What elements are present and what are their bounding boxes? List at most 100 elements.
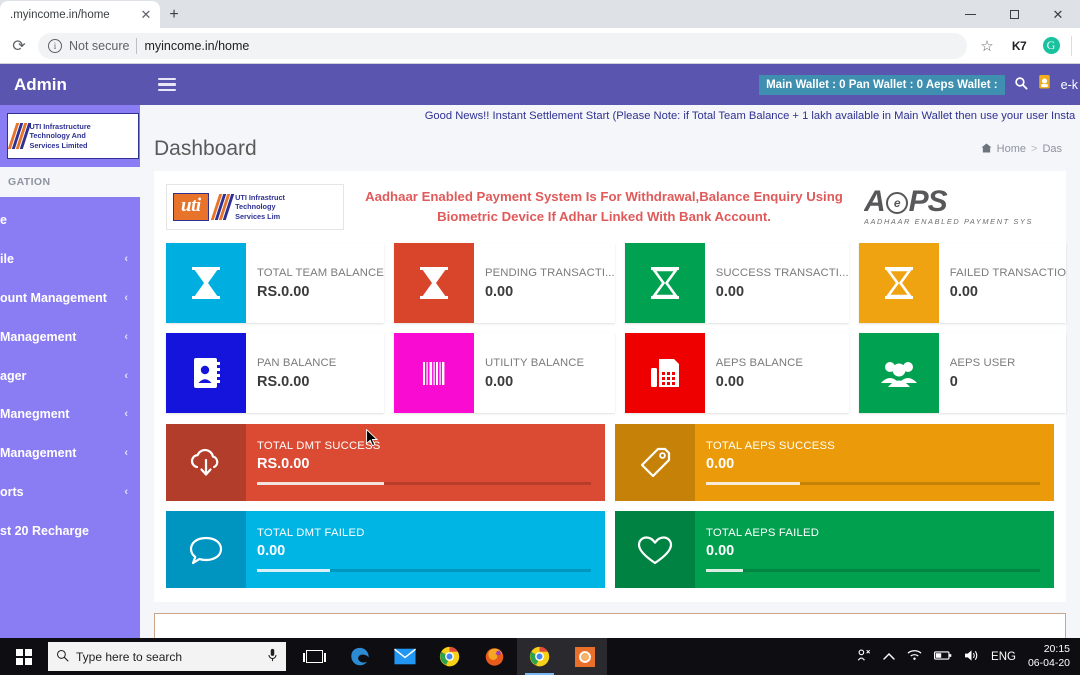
chrome-active-icon[interactable] — [517, 638, 562, 675]
battery-glyph — [934, 651, 952, 660]
language-indicator[interactable]: ENG — [991, 651, 1016, 663]
k7-extension-icon[interactable]: K7 — [1007, 34, 1031, 58]
start-button[interactable] — [0, 638, 48, 675]
uti-line-2: Technology And — [29, 131, 86, 141]
progress-bar — [257, 569, 591, 572]
hourglass-glyph — [650, 267, 679, 299]
edge-icon[interactable] — [337, 638, 382, 675]
chat-bubble-icon — [166, 511, 246, 588]
close-window-button[interactable]: ✕ — [1036, 0, 1080, 28]
people-icon[interactable] — [857, 648, 871, 665]
sidebar-item-home[interactable]: e — [0, 201, 140, 240]
show-hidden-icons-chevron-icon[interactable] — [883, 649, 895, 664]
hourglass-icon — [393, 243, 474, 323]
toolbar-divider — [1071, 35, 1072, 56]
sidebar-item-reports[interactable]: orts ‹ — [0, 473, 140, 512]
stat-card-pending-transactions[interactable]: PENDING TRANSACTI... 0.00 — [393, 243, 615, 323]
uti-promo-logo: uti UTI Infrastruct Technology Services — [166, 184, 344, 230]
stat-card-aeps-user[interactable]: AEPS USER 0 — [858, 333, 1067, 413]
stat-label: SUCCESS TRANSACTI... — [715, 266, 849, 279]
clock[interactable]: 20:15 06-04-20 — [1028, 643, 1070, 670]
stat-label: AEPS USER — [949, 356, 1016, 369]
wifi-icon[interactable] — [907, 649, 922, 664]
microphone-icon[interactable] — [267, 648, 278, 665]
sidebar-item-label: ount Management — [0, 290, 107, 305]
breadcrumb-home[interactable]: Home — [997, 143, 1026, 155]
uti-promo-text: UTI Infrastruct Technology Services Lim — [235, 193, 285, 222]
mail-icon[interactable] — [382, 638, 427, 675]
tag-glyph — [640, 447, 671, 477]
sidebar-item-management[interactable]: Management ‹ — [0, 317, 140, 356]
firefox-icon[interactable] — [472, 638, 517, 675]
chrome-icon[interactable] — [427, 638, 472, 675]
volume-icon[interactable] — [964, 649, 979, 665]
sidebar-item-last-20-recharge[interactable]: st 20 Recharge — [0, 511, 140, 550]
wide-card-total-dmt-failed[interactable]: TOTAL DMT FAILED 0.00 — [166, 511, 605, 588]
site-info-icon[interactable]: i — [48, 38, 62, 53]
maximize-button[interactable] — [992, 0, 1036, 28]
chevron-left-icon: ‹ — [124, 447, 128, 460]
aeps-tagline: AADHAAR ENABLED PAYMENT SYS — [864, 216, 1034, 226]
profile-avatar-icon[interactable]: G — [1039, 34, 1063, 58]
sidebar-item-account-management[interactable]: ount Management ‹ — [0, 279, 140, 318]
stat-card-failed-transactions[interactable]: FAILED TRANSACTIO 0.00 — [858, 243, 1067, 323]
vlc-icon[interactable] — [562, 638, 607, 675]
progress-bar — [257, 482, 591, 485]
browser-window: .myincome.in/home ✕ + ✕ ⟳ i Not secure m… — [0, 0, 1080, 638]
uti-promo-line-2: Technology — [235, 202, 276, 212]
breadcrumb: Home > Das — [981, 142, 1062, 156]
sidebar-item-label: Management — [0, 329, 77, 344]
sidebar-item-profile[interactable]: ile ‹ — [0, 240, 140, 279]
search-icon[interactable] — [1014, 76, 1028, 93]
sidebar-item-label: Manegment — [0, 407, 70, 422]
marquee-text: Good News!! Instant Settlement Start (Pl… — [424, 110, 1076, 122]
sidebar-item-label: orts — [0, 484, 24, 499]
stat-value: 0.00 — [715, 283, 745, 300]
wide-card-total-dmt-success[interactable]: TOTAL DMT SUCCESS RS.0.00 — [166, 424, 605, 501]
taskbar-apps — [292, 638, 607, 675]
stat-label: AEPS BALANCE — [715, 356, 803, 369]
new-tab-button[interactable]: + — [160, 1, 188, 28]
battery-icon[interactable] — [934, 649, 952, 664]
sidebar-item-manager[interactable]: ager ‹ — [0, 356, 140, 395]
header-right: Main Wallet : 0 Pan Wallet : 0 Aeps Wall… — [759, 64, 1080, 105]
aeps-description: Aadhaar Enabled Payment System Is For Wi… — [365, 188, 843, 224]
close-icon[interactable]: ✕ — [138, 7, 154, 23]
sidebar-item-management-2[interactable]: Management ‹ — [0, 434, 140, 473]
stat-card-pan-balance[interactable]: PAN BALANCE RS.0.00 — [166, 333, 384, 413]
bottom-content-box — [154, 613, 1066, 638]
notification-bell-icon[interactable] — [1037, 74, 1052, 96]
sidebar-logo: UTI Infrastructure Technology And Servic… — [0, 105, 140, 167]
bell-glyph — [1038, 74, 1050, 88]
reload-icon[interactable]: ⟳ — [8, 35, 30, 57]
app-brand: Admin — [0, 64, 140, 105]
bookmark-star-icon[interactable]: ☆ — [975, 34, 999, 58]
hourglass-icon — [624, 243, 705, 323]
address-bar[interactable]: i Not secure myincome.in/home — [38, 32, 967, 59]
stat-card-utility-balance[interactable]: UTILITY BALANCE 0.00 — [393, 333, 615, 413]
progress-fill — [257, 482, 384, 485]
stat-card-success-transactions[interactable]: SUCCESS TRANSACTI... 0.00 — [624, 243, 849, 323]
uti-slashes-icon — [7, 123, 31, 149]
uti-line-1: UTI Infrastructure — [29, 121, 91, 131]
tag-icon — [615, 424, 695, 501]
stat-card-aeps-balance[interactable]: AEPS BALANCE 0.00 — [624, 333, 849, 413]
hourglass-icon — [858, 243, 939, 323]
browser-tab[interactable]: .myincome.in/home ✕ — [0, 1, 160, 28]
chevron-left-icon: ‹ — [124, 291, 128, 304]
mail-glyph — [393, 648, 416, 665]
taskbar-search-input[interactable]: Type here to search — [48, 642, 286, 671]
sidebar-item-manegment[interactable]: Manegment ‹ — [0, 395, 140, 434]
task-view-icon[interactable] — [292, 638, 337, 675]
ekyc-link[interactable]: e-k — [1061, 78, 1078, 92]
search-placeholder: Type here to search — [76, 649, 183, 664]
hamburger-menu-icon[interactable] — [158, 77, 176, 92]
wide-card-total-aeps-success[interactable]: TOTAL AEPS SUCCESS 0.00 — [615, 424, 1054, 501]
hourglass-glyph — [192, 267, 220, 299]
promo-row: uti UTI Infrastruct Technology Services — [166, 181, 1054, 233]
search-icon — [56, 649, 69, 665]
wide-card-total-aeps-failed[interactable]: TOTAL AEPS FAILED 0.00 — [615, 511, 1054, 588]
stat-card-total-team-balance[interactable]: TOTAL TEAM BALANCE RS.0.00 — [166, 243, 384, 323]
minimize-button[interactable] — [948, 0, 992, 28]
uti-promo-line-1: UTI Infrastruct — [235, 192, 285, 202]
